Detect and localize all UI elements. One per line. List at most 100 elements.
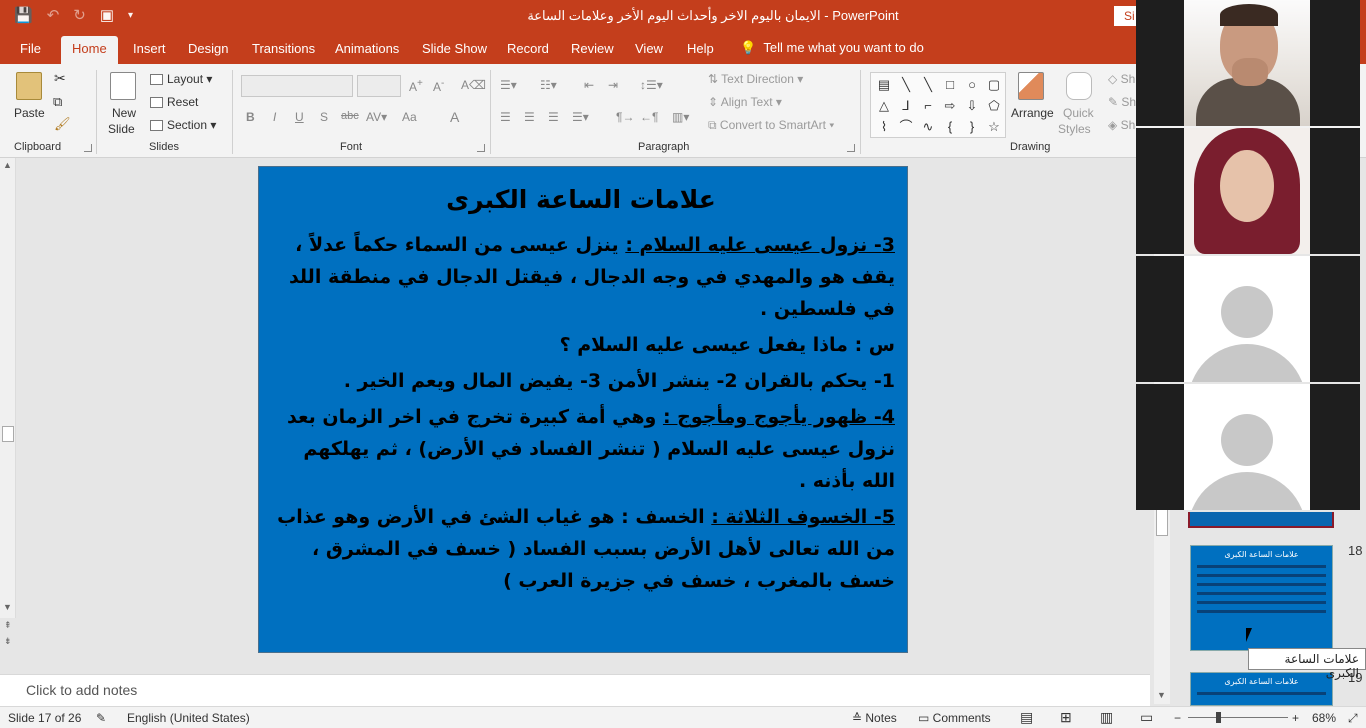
star-shape-icon[interactable]: ☆ [984, 117, 1004, 137]
arrow-down-shape-icon[interactable]: ⇩ [962, 96, 982, 116]
quick-styles-button[interactable]: Quick [1063, 106, 1094, 120]
notes-pane[interactable]: Click to add notes [0, 674, 1150, 706]
zoom-out-button[interactable]: − [1174, 711, 1181, 725]
columns-icon[interactable]: ▥▾ [672, 110, 689, 124]
strikethrough-button[interactable]: abc [341, 110, 359, 122]
clipboard-launcher-icon[interactable] [84, 144, 92, 152]
rectangle-shape-icon[interactable]: □ [940, 75, 960, 95]
arrange-icon[interactable] [1018, 72, 1044, 100]
align-right-icon[interactable]: ☰ [548, 110, 559, 124]
quick-styles-icon[interactable] [1066, 72, 1092, 100]
bullets-icon[interactable]: ☰▾ [500, 78, 517, 92]
scroll-up-icon[interactable]: ▲ [3, 160, 12, 170]
tab-file[interactable]: File [20, 41, 41, 56]
next-slide-icon[interactable]: ⇟ [4, 636, 12, 647]
underline-button[interactable]: U [295, 110, 304, 124]
font-launcher-icon[interactable] [477, 144, 485, 152]
thumbnail-scroll-thumb[interactable] [1156, 508, 1168, 536]
line-spacing-icon[interactable]: ↕☰▾ [640, 78, 663, 92]
quick-styles-button-line2[interactable]: Styles [1058, 122, 1091, 136]
notes-placeholder[interactable]: Click to add notes [26, 682, 137, 698]
shape-effects-button[interactable]: ◈ Sh [1108, 118, 1135, 132]
tab-record[interactable]: Record [507, 41, 549, 56]
shape-outline-button[interactable]: ✎ Sh [1108, 95, 1136, 109]
smartart-button[interactable]: ⧉ Convert to SmartArt ▾ [708, 118, 834, 133]
editor-scrollbar[interactable]: ▲ ▼ [0, 158, 16, 618]
comments-toggle[interactable]: ▭ Comments [918, 711, 991, 725]
line-shape-icon[interactable]: ╲ [918, 75, 938, 95]
thumbnail-scroll-down-icon[interactable]: ▼ [1157, 690, 1166, 700]
justify-icon[interactable]: ☰▾ [572, 110, 589, 124]
zoom-in-button[interactable]: + [1292, 711, 1299, 725]
curve-shape-icon[interactable]: ∿ [918, 117, 938, 137]
brace-right-shape-icon[interactable]: } [962, 117, 982, 137]
freeform-shape-icon[interactable]: ⌇ [874, 117, 894, 137]
new-slide-icon[interactable] [110, 72, 136, 100]
clear-format-icon[interactable]: A⌫ [461, 78, 486, 92]
oval-shape-icon[interactable]: ○ [962, 75, 982, 95]
paste-icon[interactable] [16, 72, 42, 100]
textbox-shape-icon[interactable]: ▤ [874, 75, 894, 95]
reading-view-icon[interactable]: ▥ [1100, 709, 1113, 726]
arrow-right-shape-icon[interactable]: ⇨ [940, 96, 960, 116]
tell-me-search[interactable]: 💡 Tell me what you want to do [740, 40, 924, 56]
paragraph-launcher-icon[interactable] [847, 144, 855, 152]
tab-view[interactable]: View [635, 41, 663, 56]
shadow-button[interactable]: S [320, 110, 328, 124]
font-family-select[interactable] [241, 75, 353, 97]
align-text-button[interactable]: ⇕ Align Text ▾ [708, 95, 782, 109]
slide-title[interactable]: علامات الساعة الكبرى [267, 175, 895, 225]
new-slide-button[interactable]: New [112, 106, 136, 120]
ltr-icon[interactable]: ¶→ [616, 110, 634, 124]
align-left-icon[interactable]: ☰ [500, 110, 511, 124]
shapes-gallery[interactable]: ▤ ╲ ╲ □ ○ ▢ △ ⅃ ⌐ ⇨ ⇩ ⬠ ⌇ ⌒ ∿ { } ☆ [870, 72, 1006, 138]
rtl-icon[interactable]: ←¶ [640, 110, 658, 124]
shrink-font-icon[interactable]: A- [433, 78, 444, 94]
zoom-level[interactable]: 68% [1312, 711, 1336, 725]
italic-button[interactable]: I [273, 110, 276, 124]
slide-thumbnail-18[interactable]: علامات الساعة الكبرى [1190, 545, 1333, 651]
reset-button[interactable]: Reset [150, 95, 198, 109]
bold-button[interactable]: B [246, 110, 255, 124]
font-size-select[interactable] [357, 75, 401, 97]
scroll-down-icon[interactable]: ▼ [3, 602, 12, 612]
tab-home[interactable]: Home [61, 36, 118, 64]
text-direction-button[interactable]: ⇅ Text Direction ▾ [708, 72, 803, 86]
elbow-shape-icon[interactable]: ⅃ [896, 96, 916, 116]
tab-slide-show[interactable]: Slide Show [422, 41, 487, 56]
slideshow-view-icon[interactable]: ▭ [1140, 709, 1153, 726]
slide-paragraph-5[interactable]: 5- الخسوف الثلاثة : الخسف : هو غياب الشئ… [267, 501, 895, 597]
language-indicator[interactable]: English (United States) [127, 711, 250, 725]
editor-scroll-thumb[interactable] [2, 426, 14, 442]
tab-design[interactable]: Design [188, 41, 228, 56]
font-color-button[interactable]: A [450, 109, 459, 125]
notes-toggle[interactable]: ≙ Notes [852, 711, 897, 725]
pentagon-shape-icon[interactable]: ⬠ [984, 96, 1004, 116]
rounded-rect-shape-icon[interactable]: ▢ [984, 75, 1004, 95]
slide-thumbnail-19[interactable]: علامات الساعة الكبرى [1190, 672, 1333, 706]
slide-paragraph-3[interactable]: 1- يحكم بالقران 2- ينشر الأمن 3- يفيض ال… [267, 365, 895, 397]
brace-left-shape-icon[interactable]: { [940, 117, 960, 137]
slide-sorter-icon[interactable]: ⊞ [1060, 709, 1072, 726]
grow-font-icon[interactable]: A+ [409, 78, 423, 94]
arrange-button[interactable]: Arrange [1011, 106, 1054, 120]
slide-paragraph-4[interactable]: 4- ظهور يأجوج ومأجوج : وهي أمة كبيرة تخر… [267, 401, 895, 497]
new-slide-button-line2[interactable]: Slide [108, 122, 135, 136]
increase-indent-icon[interactable]: ⇥ [608, 78, 618, 92]
tab-transitions[interactable]: Transitions [252, 41, 315, 56]
numbering-icon[interactable]: ☷▾ [540, 78, 557, 92]
current-slide[interactable]: علامات الساعة الكبرى 3- نزول عيسى عليه ا… [258, 166, 908, 653]
line-shape-icon[interactable]: ╲ [896, 75, 916, 95]
slide-paragraph-2[interactable]: س : ماذا يفعل عيسى عليه السلام ؟ [267, 329, 895, 361]
cut-icon[interactable]: ✂ [54, 70, 66, 87]
spelling-icon[interactable]: ✎ [96, 711, 106, 725]
tab-help[interactable]: Help [687, 41, 714, 56]
layout-button[interactable]: Layout ▾ [150, 72, 212, 86]
connector-shape-icon[interactable]: ⌐ [918, 96, 938, 116]
selected-slide-thumbnail[interactable] [1188, 512, 1334, 528]
align-center-icon[interactable]: ☰ [524, 110, 535, 124]
fit-slide-icon[interactable]: ⤢ [1348, 711, 1358, 726]
section-button[interactable]: Section ▾ [150, 118, 216, 132]
tab-animations[interactable]: Animations [335, 41, 399, 56]
change-case-button[interactable]: Aa [402, 110, 417, 124]
